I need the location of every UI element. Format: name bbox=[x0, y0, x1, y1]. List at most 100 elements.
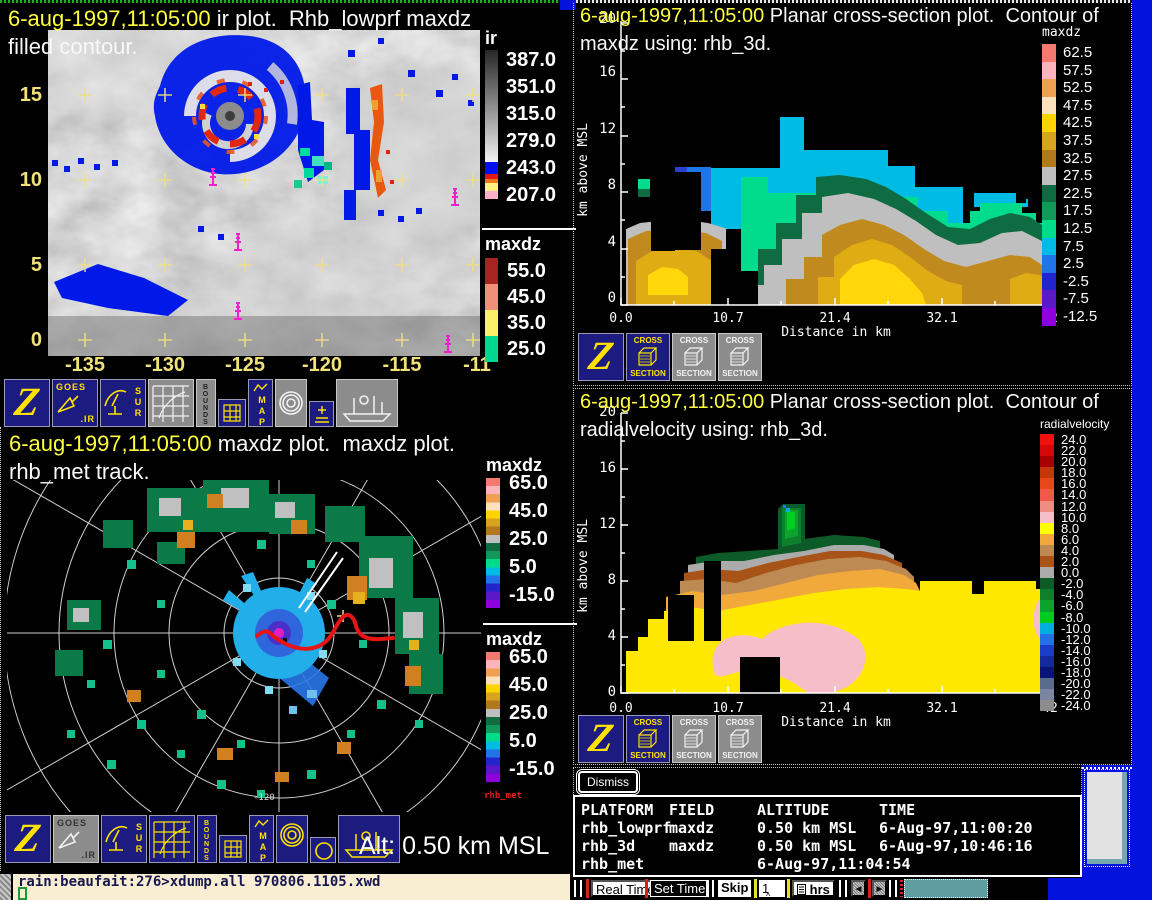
range-rings-button[interactable] bbox=[275, 379, 307, 427]
sur-radar-button[interactable]: SUR bbox=[101, 815, 147, 863]
hrs-unit-button[interactable]: hrs bbox=[792, 880, 835, 897]
scroll-panel[interactable] bbox=[1087, 772, 1127, 864]
window-border-dotted bbox=[1082, 767, 1132, 769]
sur-radar-button[interactable]: SUR bbox=[100, 379, 146, 427]
step-back-button[interactable]: ◄ bbox=[851, 880, 866, 897]
dismiss-button[interactable]: Dismiss bbox=[578, 771, 638, 793]
ppi-toolbar: Z GOES .IR SUR BOUNDS MAP bbox=[5, 815, 400, 863]
separator bbox=[889, 880, 891, 897]
cross-velocity-plot[interactable] bbox=[618, 405, 1052, 697]
circle-icon bbox=[314, 841, 334, 861]
ir-title-main: ir plot. Rhb_lowprf maxdz bbox=[211, 6, 471, 31]
ppi-title-line1: 6-aug-1997,11:05:00 maxdz plot. maxdz pl… bbox=[9, 431, 455, 457]
window-cross-velocity: 6-aug-1997,11:05:00 Planar cross-section… bbox=[573, 388, 1132, 765]
skip-label: Skip bbox=[718, 880, 751, 897]
surveillance-grid-button[interactable] bbox=[149, 815, 195, 863]
radar-grid-icon bbox=[152, 820, 192, 860]
zebra-logo-button[interactable]: Z bbox=[578, 333, 624, 381]
window-ppi-plot: 6-aug-1997,11:05:00 maxdz plot. maxdz pl… bbox=[0, 427, 576, 875]
terminal-scrollbar[interactable] bbox=[0, 874, 13, 900]
circle-button[interactable] bbox=[310, 837, 336, 863]
terminal-window[interactable]: rain:beaufait:276>xdump.all 970806.1105.… bbox=[0, 872, 570, 900]
zebra-logo-button[interactable]: Z bbox=[578, 715, 624, 763]
csm-x-axis-label: Distance in km bbox=[746, 325, 926, 340]
csv-title-line2: radialvelocity using: rhb_3d. bbox=[580, 419, 828, 442]
cube-icon bbox=[727, 345, 753, 369]
status-header-row: PLATFORMFIELD ALTITUDETIME bbox=[575, 801, 1080, 819]
ir-toolbar: Z GOES .IR SUR BOUNDS MAP bbox=[4, 379, 398, 427]
goes-ir-button[interactable]: GOES .IR bbox=[53, 815, 99, 863]
tl-maxdz-label: maxdz bbox=[485, 234, 541, 255]
map-icon bbox=[252, 382, 270, 394]
surveillance-grid-button[interactable] bbox=[148, 379, 194, 427]
ir-colorbar-gradient bbox=[485, 50, 498, 162]
ir-title-line1: 6-aug-1997,11:05:00 ir plot. Rhb_lowprf … bbox=[8, 6, 471, 32]
table-row: rhb_met 6-Aug-97,11:04:54 bbox=[575, 855, 1080, 873]
ppi-scale2-values: 65.045.0 25.05.0 -15.0 bbox=[509, 643, 555, 783]
colorbar-divider bbox=[482, 228, 576, 230]
cube-icon bbox=[681, 727, 707, 751]
cross-section-button-active[interactable]: CROSS SECTION bbox=[626, 333, 670, 381]
goes-ir-button[interactable]: GOES .IR bbox=[52, 379, 98, 427]
grid-icon bbox=[223, 839, 243, 859]
window-cross-maxdz: 6-aug-1997,11:05:00 Planar cross-section… bbox=[573, 3, 1132, 386]
cross-section-button-3[interactable]: CROSS SECTION bbox=[718, 715, 762, 763]
zebra-logo-button[interactable]: Z bbox=[4, 379, 50, 427]
ppi-colorbar-area: maxdz 65.045.0 25.05.0 -15.0 maxdz 65.04… bbox=[483, 455, 577, 800]
control-bar-corner bbox=[1048, 878, 1152, 900]
ir-colorbar-extra bbox=[485, 162, 498, 199]
ppi-radar-display[interactable] bbox=[7, 480, 481, 812]
satellite-dish-icon bbox=[57, 830, 81, 852]
small-grid-button[interactable] bbox=[218, 399, 246, 427]
zebra-z-icon: Z bbox=[578, 334, 624, 378]
status-window-titlebar: Dismiss bbox=[573, 767, 1082, 795]
zebra-z-icon: Z bbox=[4, 380, 50, 424]
csv-colorbar-entries: 24.022.020.018.016.014.012.010.08.06.04.… bbox=[1040, 434, 1134, 711]
zebra-logo-button[interactable]: Z bbox=[5, 815, 51, 863]
ppi-ring-label: -120 bbox=[253, 793, 275, 803]
radar-antenna-icon bbox=[103, 820, 129, 860]
ship-button[interactable] bbox=[336, 379, 398, 427]
rings-icon bbox=[279, 822, 305, 848]
map-button[interactable]: MAP bbox=[248, 379, 273, 427]
cross-section-button-2[interactable]: CROSS SECTION bbox=[672, 715, 716, 763]
cross-section-button-active[interactable]: CROSS SECTION bbox=[626, 715, 670, 763]
desktop-right-band bbox=[1132, 0, 1152, 900]
csv-colorbar-label: radialvelocity bbox=[1040, 417, 1134, 431]
ppi-scale1-values: 65.045.0 25.05.0 -15.0 bbox=[509, 469, 555, 609]
small-grid-button[interactable] bbox=[219, 835, 247, 863]
ir-colorbar-values: 387.0351.0 315.0279.0 243.0207.0 bbox=[506, 47, 556, 209]
csm-title-line2: maxdz using: rhb_3d. bbox=[580, 33, 771, 56]
skip-value-input[interactable] bbox=[759, 880, 785, 897]
list-icon bbox=[797, 884, 806, 895]
range-rings-button[interactable] bbox=[276, 815, 308, 863]
status-rows: rhb_lowprfmaxdz 0.50 km MSL6-Aug-97,11:0… bbox=[575, 819, 1080, 873]
cube-icon bbox=[635, 345, 661, 369]
ir-satellite-image[interactable] bbox=[48, 30, 480, 356]
separator bbox=[754, 879, 757, 898]
cube-icon bbox=[727, 727, 753, 751]
time-slider-track[interactable] bbox=[904, 879, 988, 898]
zebra-z-icon: Z bbox=[578, 716, 624, 760]
csm-colorbar: maxdz 62.557.552.547.542.537.532.527.522… bbox=[1042, 25, 1132, 326]
set-time-button[interactable]: Set Time bbox=[650, 880, 709, 897]
radar-antenna-icon bbox=[102, 384, 128, 424]
csv-colorbar: radialvelocity 24.022.020.018.016.014.01… bbox=[1040, 417, 1134, 711]
map-icon bbox=[253, 818, 271, 830]
bounds-button[interactable]: BOUNDS bbox=[197, 815, 217, 863]
cross-section-button-3[interactable]: CROSS SECTION bbox=[718, 333, 762, 381]
cube-icon bbox=[681, 345, 707, 369]
bounds-button[interactable]: BOUNDS bbox=[196, 379, 216, 427]
cube-icon bbox=[635, 727, 661, 751]
cross-maxdz-plot[interactable] bbox=[618, 17, 1052, 309]
buoy-button[interactable] bbox=[309, 401, 334, 427]
step-forward-button[interactable]: ► bbox=[872, 880, 887, 897]
csm-toolbar: Z CROSS SECTION CROSS SECTION CROSS SECT… bbox=[578, 333, 762, 381]
cross-section-button-2[interactable]: CROSS SECTION bbox=[672, 333, 716, 381]
map-button[interactable]: MAP bbox=[249, 815, 274, 863]
zebra-display-screen: 6-aug-1997,11:05:00 ir plot. Rhb_lowprf … bbox=[0, 0, 1152, 900]
right-arrow-icon: ► bbox=[875, 884, 885, 895]
separator bbox=[574, 880, 576, 897]
colorbar-divider bbox=[483, 623, 577, 625]
separator bbox=[706, 880, 708, 897]
